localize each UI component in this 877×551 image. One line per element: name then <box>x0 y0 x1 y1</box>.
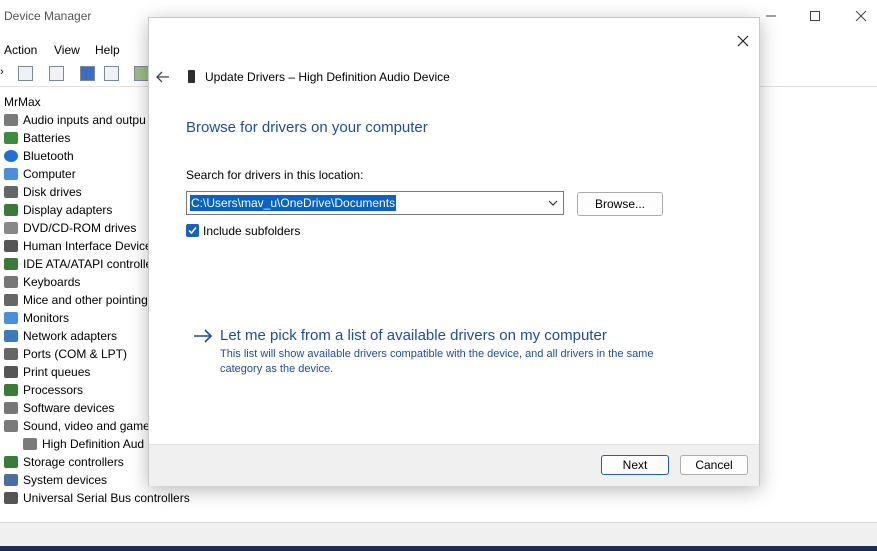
tree-item-label: Monitors <box>23 311 70 325</box>
dialog-header: Update Drivers – High Definition Audio D… <box>205 70 450 84</box>
disk-icon <box>4 186 18 198</box>
tree-item-label: Processors <box>23 383 84 397</box>
tree-item-label: Universal Serial Bus controllers <box>23 491 190 505</box>
dialog-close-button[interactable] <box>733 31 753 51</box>
network-icon <box>4 330 18 342</box>
display-icon <box>4 204 18 216</box>
storage-icon <box>4 456 18 468</box>
next-button[interactable]: Next <box>601 455 669 475</box>
system-icon <box>4 474 18 486</box>
minimize-button[interactable] <box>756 5 786 27</box>
usb-icon <box>4 492 18 504</box>
tree-item-label: IDE ATA/ATAPI controlle <box>23 257 153 271</box>
status-bar <box>0 523 877 546</box>
window-title: Device Manager <box>4 9 92 23</box>
dialog-footer: Next Cancel <box>149 444 759 486</box>
tree-item-label: Mice and other pointing <box>23 293 148 307</box>
processor-icon <box>4 384 18 396</box>
path-combobox[interactable]: C:\Users\mav_u\OneDrive\Documents <box>186 191 564 215</box>
audio-device-icon <box>188 70 195 83</box>
software-icon <box>4 402 18 414</box>
tree-item-label: Print queues <box>23 365 91 379</box>
tree-item[interactable]: Universal Serial Bus controllers <box>0 489 300 507</box>
dvd-icon <box>4 222 18 234</box>
printer-icon <box>4 366 18 378</box>
path-input-value[interactable]: C:\Users\mav_u\OneDrive\Documents <box>190 195 397 211</box>
tree-item-label: Bluetooth <box>23 149 74 163</box>
hid-icon <box>4 240 18 252</box>
mouse-icon <box>4 294 18 306</box>
ide-icon <box>4 258 18 270</box>
tree-item-label: Storage controllers <box>23 455 124 469</box>
tree-item-label: Ports (COM & LPT) <box>23 347 128 361</box>
maximize-button[interactable] <box>800 5 830 27</box>
tree-item-label: System devices <box>23 473 108 487</box>
minimize-icon <box>766 15 776 17</box>
menu-view[interactable]: View <box>54 43 80 57</box>
pick-driver-description: This list will show available drivers co… <box>220 348 654 375</box>
forward-icon[interactable]: › <box>0 66 4 78</box>
speaker-icon <box>23 438 37 450</box>
tree-item-label: Human Interface Device <box>23 239 152 253</box>
update-drivers-dialog: Update Drivers – High Definition Audio D… <box>148 17 760 486</box>
properties-icon[interactable] <box>18 66 33 81</box>
menu-help[interactable]: Help <box>95 43 120 57</box>
include-subfolders-label[interactable]: Include subfolders <box>203 224 300 238</box>
menu-action[interactable]: Action <box>4 43 37 57</box>
close-icon <box>855 10 867 22</box>
bluetooth-icon <box>4 150 18 162</box>
speaker-icon <box>4 420 18 432</box>
cancel-button[interactable]: Cancel <box>680 455 748 475</box>
tree-item-label: Display adapters <box>23 203 113 217</box>
tree-item-label: Batteries <box>23 131 71 145</box>
tree-item-label: DVD/CD-ROM drives <box>23 221 137 235</box>
scan-icon[interactable] <box>134 66 149 81</box>
speaker-icon <box>4 114 18 126</box>
tree-item-label: Computer <box>23 167 76 181</box>
tree-item-label: Software devices <box>23 401 115 415</box>
back-arrow-icon <box>156 71 169 83</box>
chevron-down-icon[interactable] <box>547 197 559 209</box>
help-icon[interactable] <box>80 66 95 81</box>
include-subfolders-checkbox[interactable] <box>186 224 199 237</box>
window-close-button[interactable] <box>846 5 876 27</box>
tree-item-label: Disk drives <box>23 185 82 199</box>
port-icon <box>4 348 18 360</box>
search-location-label: Search for drivers in this location: <box>186 168 364 182</box>
taskbar-edge <box>0 546 877 551</box>
tree-root-label: MrMax <box>4 95 41 109</box>
battery-icon <box>4 132 18 144</box>
arrow-right-icon[interactable] <box>193 328 213 344</box>
tree-item-label: Network adapters <box>23 329 118 343</box>
tree-item-label: Audio inputs and outpu <box>23 113 146 127</box>
keyboard-icon <box>4 276 18 288</box>
tree-item-label: Keyboards <box>23 275 81 289</box>
pick-driver-link[interactable]: Let me pick from a list of available dri… <box>220 327 607 344</box>
browse-button[interactable]: Browse... <box>577 192 663 216</box>
monitor-icon <box>4 312 18 324</box>
computer-icon <box>4 168 18 180</box>
tree-item-label: High Definition Aud <box>42 437 145 451</box>
show-hide-icon[interactable] <box>49 66 64 81</box>
tree-item-label: Sound, video and game <box>23 419 150 433</box>
update-driver-icon[interactable] <box>104 66 119 81</box>
dialog-heading: Browse for drivers on your computer <box>186 119 428 136</box>
back-button[interactable] <box>155 69 171 85</box>
close-icon <box>737 35 749 47</box>
maximize-icon <box>810 11 820 21</box>
checkmark-icon <box>188 227 197 235</box>
